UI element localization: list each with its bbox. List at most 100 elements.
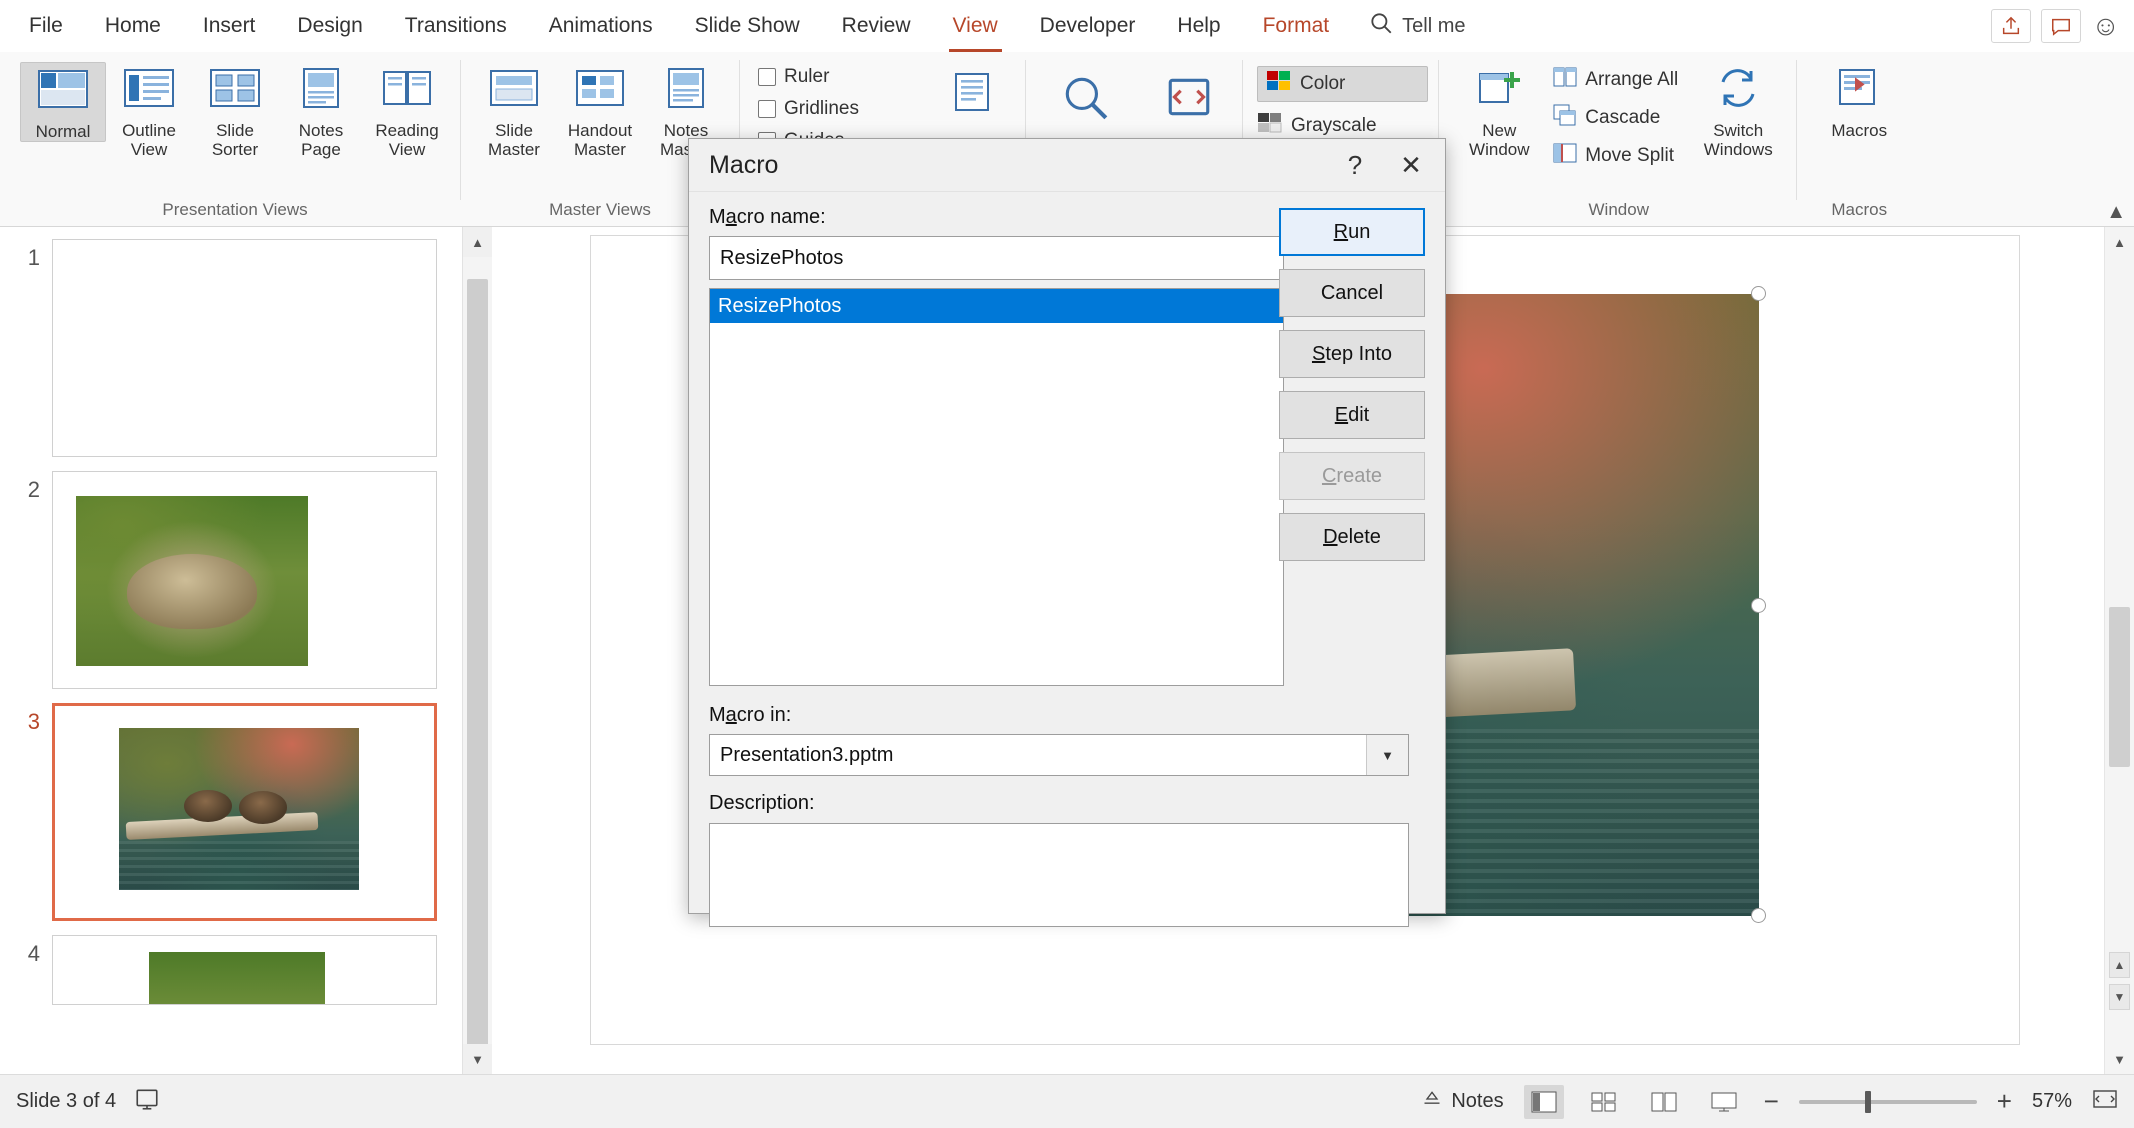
- button-notes-page[interactable]: Notes Page: [278, 62, 364, 160]
- delete-button[interactable]: Delete: [1279, 513, 1425, 561]
- close-icon[interactable]: ✕: [1383, 139, 1439, 191]
- arrange-all-icon: [1553, 66, 1577, 94]
- button-switch-windows[interactable]: Switch Windows: [1690, 62, 1786, 160]
- notes-button[interactable]: Notes: [1421, 1089, 1504, 1115]
- button-handout-master-label2: Master: [574, 140, 626, 160]
- zoom-slider[interactable]: [1798, 1090, 1977, 1113]
- cancel-button[interactable]: Cancel: [1279, 269, 1425, 317]
- tab-developer[interactable]: Developer: [1022, 4, 1154, 48]
- button-slide-master-label1: Slide: [495, 120, 533, 140]
- macro-in-combobox[interactable]: Presentation3.pptm ▼: [709, 734, 1409, 776]
- canvas-vertical-scrollbar[interactable]: ▲ ▲ ▼ ▼: [2104, 227, 2134, 1074]
- thumbnail-row-4[interactable]: 4: [0, 935, 492, 1005]
- thumbnail-row-3[interactable]: 3: [0, 703, 492, 921]
- checkbox-gridlines[interactable]: Gridlines: [758, 98, 859, 120]
- comments-button[interactable]: [2041, 9, 2082, 43]
- resize-handle-middle-right[interactable]: [1751, 598, 1766, 613]
- canvas-scroll-down-arrow[interactable]: ▼: [2105, 1044, 2134, 1074]
- resize-handle-bottom-right[interactable]: [1751, 908, 1766, 923]
- gridlines-checkbox-box[interactable]: [758, 100, 776, 118]
- button-handout-master[interactable]: Handout Master: [557, 62, 643, 160]
- description-textarea[interactable]: [709, 823, 1409, 927]
- tab-home[interactable]: Home: [87, 4, 179, 48]
- tell-me-box[interactable]: Tell me: [1368, 10, 1465, 42]
- view-slide-sorter-button[interactable]: [1584, 1085, 1624, 1119]
- edit-button[interactable]: Edit: [1279, 391, 1425, 439]
- button-color[interactable]: Color: [1256, 66, 1429, 102]
- thumbnail-slide-2[interactable]: [52, 471, 437, 689]
- previous-slide-button[interactable]: ▲: [2109, 952, 2130, 978]
- ruler-checkbox-box[interactable]: [758, 68, 776, 86]
- button-notes-show[interactable]: [929, 62, 1015, 125]
- run-button[interactable]: Run: [1279, 208, 1425, 256]
- thumbnail-scrollbar[interactable]: ▲ ▼: [462, 227, 492, 1074]
- slide-master-icon: [488, 66, 540, 115]
- tab-animations[interactable]: Animations: [531, 4, 671, 48]
- tab-view[interactable]: View: [935, 4, 1016, 52]
- thumbnail-row-2[interactable]: 2: [0, 471, 492, 689]
- tell-me-label: Tell me: [1402, 14, 1466, 37]
- fit-slide-to-window-button[interactable]: [2092, 1088, 2118, 1116]
- pane-splitter[interactable]: [492, 227, 506, 1074]
- resize-handle-top-right[interactable]: [1751, 286, 1766, 301]
- thumbnail-scroll-down-arrow[interactable]: ▼: [463, 1044, 492, 1074]
- tab-insert[interactable]: Insert: [185, 4, 274, 48]
- slide-indicator[interactable]: Slide 3 of 4: [16, 1090, 116, 1113]
- macro-dialog-buttons: Run Cancel Step Into Edit Create Delete: [1279, 208, 1425, 561]
- button-cascade-label: Cascade: [1585, 107, 1661, 128]
- reading-view-icon: [381, 66, 433, 115]
- tab-transitions[interactable]: Transitions: [387, 4, 525, 48]
- thumbnail-slide-3[interactable]: [52, 703, 437, 921]
- macro-list[interactable]: ResizePhotos: [709, 288, 1284, 686]
- button-grayscale[interactable]: Grayscale: [1257, 112, 1428, 140]
- view-slideshow-button[interactable]: [1704, 1085, 1744, 1119]
- tab-file[interactable]: File: [11, 4, 81, 48]
- next-slide-button[interactable]: ▼: [2109, 984, 2130, 1010]
- macro-name-input[interactable]: ResizePhotos: [709, 236, 1284, 280]
- zoom-out-button[interactable]: −: [1764, 1086, 1779, 1117]
- button-new-window[interactable]: New Window: [1451, 62, 1547, 160]
- chevron-down-icon[interactable]: ▼: [1366, 735, 1408, 775]
- checkbox-ruler[interactable]: Ruler: [758, 66, 859, 88]
- step-into-button[interactable]: Step Into: [1279, 330, 1425, 378]
- button-fit-to-window[interactable]: [1146, 62, 1232, 133]
- help-icon[interactable]: ?: [1327, 139, 1383, 191]
- zoom-in-button[interactable]: +: [1997, 1086, 2012, 1117]
- button-move-split[interactable]: Move Split: [1553, 142, 1678, 170]
- thumbnail-slide-1[interactable]: [52, 239, 437, 457]
- button-zoom[interactable]: [1042, 62, 1128, 133]
- zoom-percent-label[interactable]: 57%: [2032, 1090, 2072, 1113]
- tab-format[interactable]: Format: [1245, 4, 1348, 48]
- feedback-smiley-icon[interactable]: ☺: [2091, 12, 2120, 40]
- button-arrange-all[interactable]: Arrange All: [1553, 66, 1678, 94]
- thumbnail-row-1[interactable]: 1: [0, 239, 492, 457]
- button-macros[interactable]: Macros: [1811, 62, 1907, 140]
- tab-help[interactable]: Help: [1159, 4, 1238, 48]
- thumbnail-scroll-thumb[interactable]: [467, 279, 488, 1074]
- slide-thumbnail-pane[interactable]: 1 2 3 4 ▲ ▼: [0, 227, 492, 1074]
- button-slide-sorter[interactable]: Slide Sorter: [192, 62, 278, 160]
- tab-slide-show[interactable]: Slide Show: [677, 4, 818, 48]
- view-reading-button[interactable]: [1644, 1085, 1684, 1119]
- button-reading-view[interactable]: Reading View: [364, 62, 450, 160]
- thumbnail-scroll-up-arrow[interactable]: ▲: [463, 227, 492, 257]
- view-normal-button[interactable]: [1523, 1084, 1564, 1119]
- share-button[interactable]: [1991, 9, 2032, 43]
- collapse-ribbon-button[interactable]: ▲: [2106, 201, 2126, 224]
- button-outline-view[interactable]: Outline View: [106, 62, 192, 160]
- button-normal-view[interactable]: Normal: [20, 62, 106, 143]
- accessibility-icon[interactable]: [134, 1086, 160, 1118]
- canvas-scroll-up-arrow[interactable]: ▲: [2105, 227, 2134, 257]
- macro-dialog[interactable]: Macro ? ✕ Macro name: ResizePhotos Resiz…: [688, 138, 1446, 927]
- zoom-slider-knob[interactable]: [1864, 1090, 1871, 1113]
- thumbnail-slide-4[interactable]: [52, 935, 437, 1005]
- button-slide-master[interactable]: Slide Master: [471, 62, 557, 160]
- group-label-macros: Macros: [1831, 200, 1888, 219]
- status-bar: Slide 3 of 4 Notes − + 57%: [0, 1074, 2134, 1128]
- tab-design[interactable]: Design: [279, 4, 380, 48]
- tab-review[interactable]: Review: [824, 4, 929, 48]
- canvas-scroll-thumb[interactable]: [2109, 607, 2130, 767]
- macro-list-item[interactable]: ResizePhotos: [710, 289, 1283, 323]
- button-switch-windows-label2: Windows: [1703, 140, 1773, 160]
- button-cascade[interactable]: Cascade: [1553, 104, 1678, 132]
